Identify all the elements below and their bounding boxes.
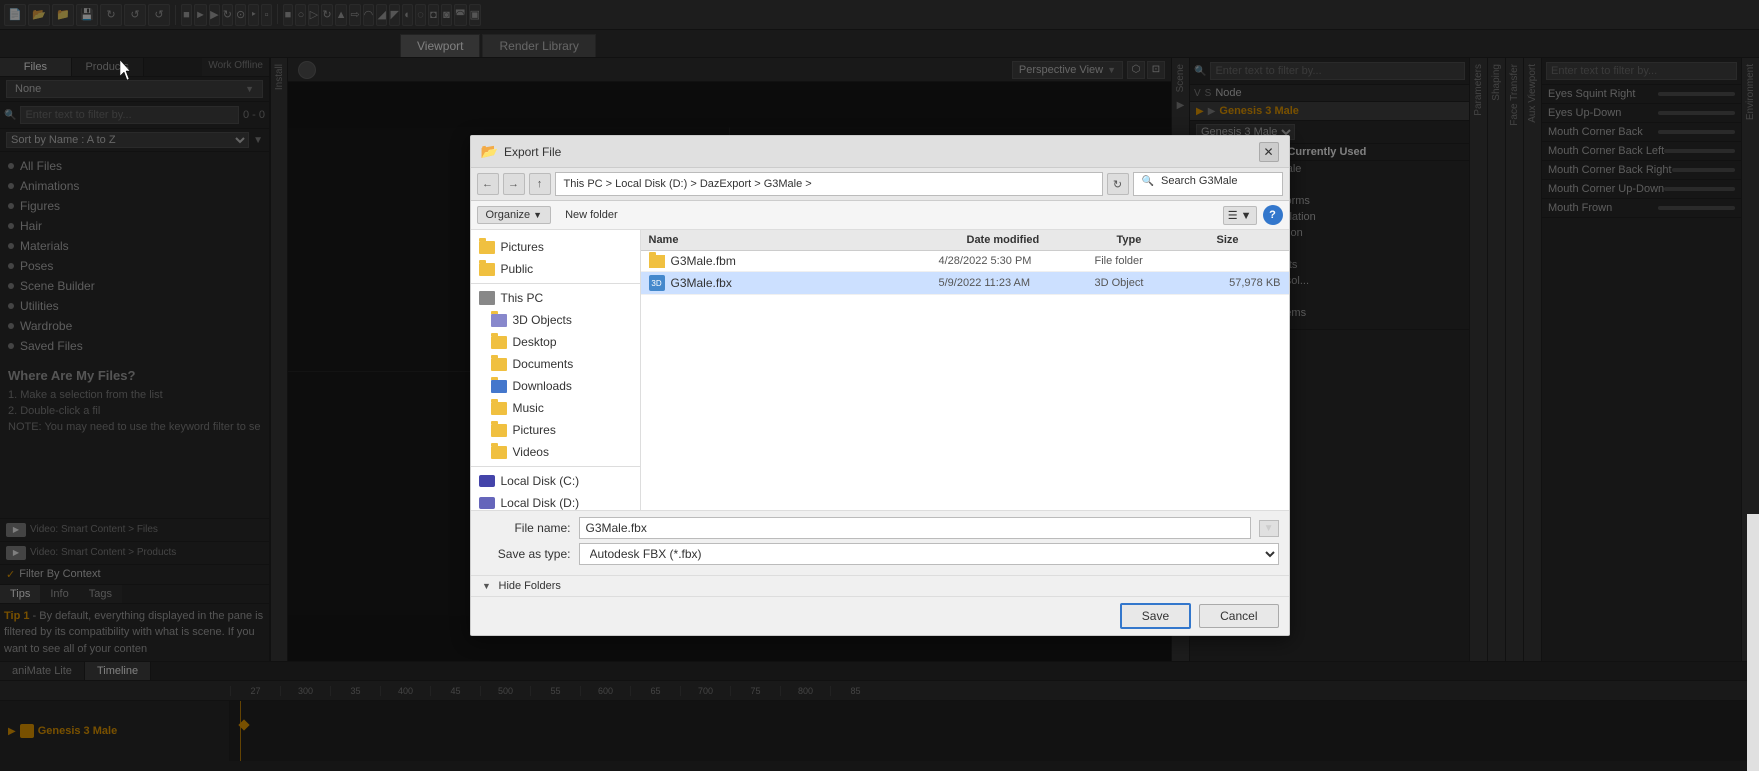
dialog-toolbar: Organize ▼ New folder ☰ ▼ ? <box>471 201 1289 230</box>
hide-folders-row: ▼ Hide Folders <box>471 575 1289 596</box>
save-type-select[interactable]: Autodesk FBX (*.fbx) <box>579 543 1279 565</box>
header-size[interactable]: Size <box>1209 230 1289 250</box>
file-name-field: File name: ▼ <box>481 517 1279 539</box>
organize-btn[interactable]: Organize ▼ <box>477 206 552 224</box>
folder-label-documents: Documents <box>513 357 574 371</box>
folder-icon-pictures2 <box>491 424 507 437</box>
dialog-file-content: Name Date modified Type Size G3Male.fbm … <box>641 230 1289 510</box>
dialog-actions: Save Cancel <box>471 596 1289 635</box>
file-name-input[interactable] <box>579 517 1251 539</box>
dialog-folder-public[interactable]: Public <box>471 258 640 280</box>
folder-label-public: Public <box>501 262 534 276</box>
dialog-titlebar: 📂 Export File ✕ <box>471 136 1289 168</box>
dialog-bottom: File name: ▼ Save as type: Autodesk FBX … <box>471 510 1289 575</box>
hdd-icon-c <box>479 475 495 487</box>
folder-icon-music <box>491 402 507 415</box>
dialog-folder-documents[interactable]: Documents <box>471 353 640 375</box>
dialog-search-placeholder: Search G3Male <box>1161 175 1237 187</box>
file-folder-icon-0 <box>649 255 665 268</box>
dialog-overlay: 📂 Export File ✕ ← → ↑ This PC > Local Di… <box>0 0 1759 771</box>
dialog-nav: ← → ↑ This PC > Local Disk (D:) > DazExp… <box>471 168 1289 201</box>
folder-label-music: Music <box>513 401 544 415</box>
export-dialog: 📂 Export File ✕ ← → ↑ This PC > Local Di… <box>470 135 1290 636</box>
folder-icon-pictures <box>479 241 495 254</box>
file-3d-icon-1: 3D <box>649 275 665 291</box>
hdd-label-d: Local Disk (D:) <box>501 496 580 510</box>
dialog-folder-videos[interactable]: Videos <box>471 441 640 463</box>
dialog-title-icon: 📂 <box>481 143 498 160</box>
dialog-body: Pictures Public This PC 3D Objects <box>471 230 1289 510</box>
this-pc-label: This PC <box>501 291 544 305</box>
hide-folders-label: Hide Folders <box>499 580 561 592</box>
folder-icon-3d <box>491 314 507 327</box>
folder-label-desktop: Desktop <box>513 335 557 349</box>
nav-back-btn[interactable]: ← <box>477 173 499 195</box>
help-btn[interactable]: ? <box>1263 205 1283 225</box>
file-row-1[interactable]: 3D G3Male.fbx 5/9/2022 11:23 AM 3D Objec… <box>641 272 1289 295</box>
save-type-label: Save as type: <box>481 547 571 561</box>
file-size-1: 57,978 KB <box>1201 277 1281 289</box>
hdd-label-c: Local Disk (C:) <box>501 474 580 488</box>
folder-label-videos: Videos <box>513 445 549 459</box>
sidebar-sep-1 <box>471 283 640 284</box>
file-type-1: 3D Object <box>1095 277 1195 289</box>
nav-refresh-btn[interactable]: ↻ <box>1107 173 1129 195</box>
dialog-hdd-d[interactable]: Local Disk (D:) <box>471 492 640 510</box>
pc-icon <box>479 291 495 305</box>
dialog-this-pc[interactable]: This PC <box>471 287 640 309</box>
save-button[interactable]: Save <box>1120 603 1191 629</box>
folder-icon-documents <box>491 358 507 371</box>
save-as-type-field: Save as type: Autodesk FBX (*.fbx) <box>481 543 1279 565</box>
folder-icon-videos <box>491 446 507 459</box>
organize-arrow: ▼ <box>533 210 542 220</box>
dialog-folder-music[interactable]: Music <box>471 397 640 419</box>
folder-label-pictures2: Pictures <box>513 423 556 437</box>
nav-up-btn[interactable]: ↑ <box>529 173 551 195</box>
sidebar-sep-2 <box>471 466 640 467</box>
header-name[interactable]: Name <box>641 230 959 250</box>
folder-icon-desktop <box>491 336 507 349</box>
breadcrumb-path: This PC > Local Disk (D:) > DazExport > … <box>555 172 1103 196</box>
cancel-button[interactable]: Cancel <box>1199 604 1278 628</box>
file-date-1: 5/9/2022 11:23 AM <box>939 277 1089 289</box>
file-date-0: 4/28/2022 5:30 PM <box>939 255 1089 267</box>
folder-label-3d: 3D Objects <box>513 313 572 327</box>
hide-folders-btn[interactable]: ▼ <box>481 580 493 592</box>
dialog-search-icon: 🔍 <box>1142 176 1154 187</box>
folder-icon-downloads <box>491 380 507 393</box>
dialog-folder-desktop[interactable]: Desktop <box>471 331 640 353</box>
view-options-btn[interactable]: ☰ ▼ <box>1223 206 1257 225</box>
breadcrumb-text: This PC > Local Disk (D:) > DazExport > … <box>564 178 812 190</box>
file-name-dropdown-btn[interactable]: ▼ <box>1259 520 1279 537</box>
dialog-title-label: Export File <box>504 145 561 159</box>
dialog-folder-pictures2[interactable]: Pictures <box>471 419 640 441</box>
hdd-icon-d <box>479 497 495 509</box>
organize-label: Organize <box>486 209 531 221</box>
dialog-folder-downloads[interactable]: Downloads <box>471 375 640 397</box>
dialog-folder-3d[interactable]: 3D Objects <box>471 309 640 331</box>
folder-label-pictures: Pictures <box>501 240 544 254</box>
folder-icon-public <box>479 263 495 276</box>
dialog-close-button[interactable]: ✕ <box>1259 142 1279 162</box>
dialog-title-text: 📂 Export File <box>481 143 562 160</box>
file-name-1: G3Male.fbx <box>671 276 933 290</box>
file-list-header: Name Date modified Type Size <box>641 230 1289 251</box>
new-folder-btn[interactable]: New folder <box>557 207 626 223</box>
file-type-0: File folder <box>1095 255 1195 267</box>
dialog-folder-pictures[interactable]: Pictures <box>471 236 640 258</box>
file-name-0: G3Male.fbm <box>671 254 933 268</box>
file-name-field-label: File name: <box>481 521 571 535</box>
header-type[interactable]: Type <box>1109 230 1209 250</box>
dialog-search-box[interactable]: 🔍 Search G3Male <box>1133 172 1283 196</box>
dialog-hdd-c[interactable]: Local Disk (C:) <box>471 470 640 492</box>
nav-forward-btn[interactable]: → <box>503 173 525 195</box>
file-row-0[interactable]: G3Male.fbm 4/28/2022 5:30 PM File folder <box>641 251 1289 272</box>
header-date[interactable]: Date modified <box>959 230 1109 250</box>
dialog-sidebar: Pictures Public This PC 3D Objects <box>471 230 641 510</box>
folder-label-downloads: Downloads <box>513 379 572 393</box>
